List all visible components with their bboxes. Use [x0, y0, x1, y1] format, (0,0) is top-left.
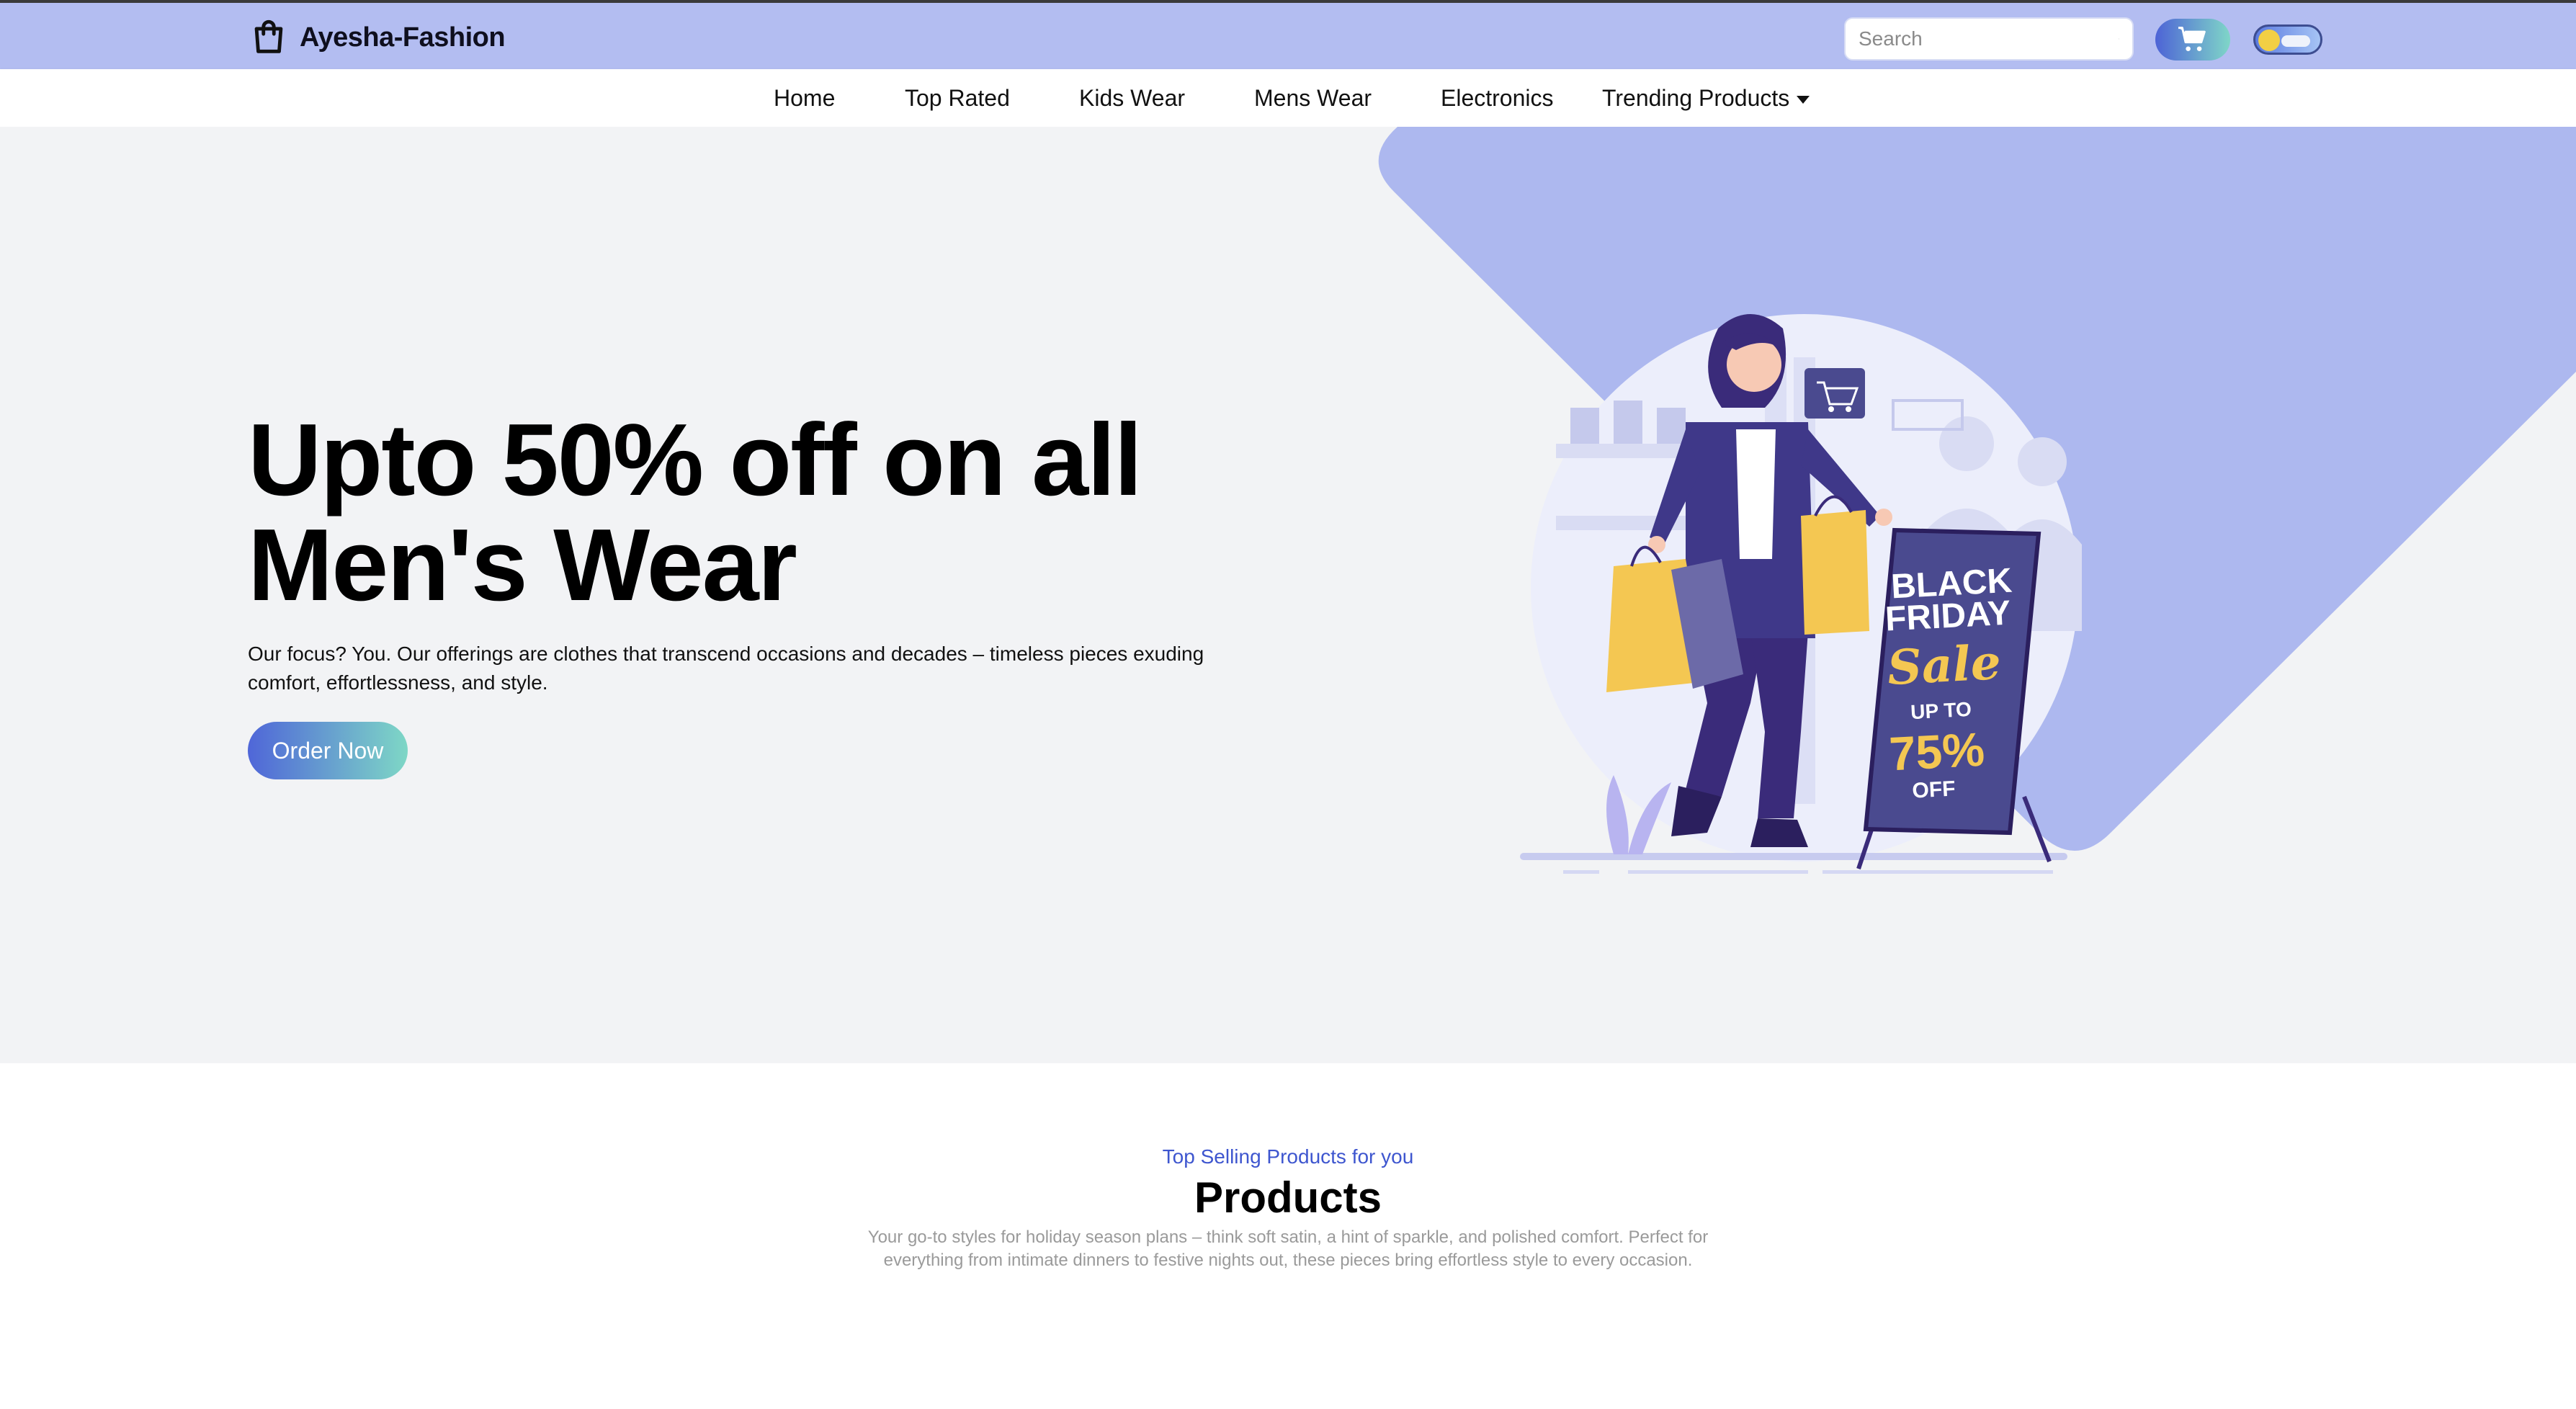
board-up-to: UP TO: [1910, 698, 1972, 723]
top-header: Ayesha-Fashion: [0, 0, 2576, 69]
board-percent: 75%: [1888, 723, 1986, 781]
nav-item-kids-wear[interactable]: Kids Wear: [1079, 85, 1185, 112]
hero-description: Our focus? You. Our offerings are clothe…: [248, 643, 1204, 694]
nav-item-trending-label: Trending Products: [1602, 85, 1790, 111]
search-box: [1844, 17, 2134, 61]
caret-down-icon: [1797, 96, 1810, 104]
shopping-bag-icon: [254, 19, 283, 53]
hero-title: Upto 50% off on all Men's Wear: [248, 403, 1142, 622]
products-description: Your go-to styles for holiday season pla…: [867, 1227, 1709, 1270]
black-friday-illustration: BLACK FRIDAY Sale UP TO 75% OFF: [1520, 314, 2082, 874]
sun-icon: [2258, 30, 2280, 51]
board-sale: Sale: [1886, 634, 2002, 696]
nav-item-electronics[interactable]: Electronics: [1441, 85, 1554, 112]
brand-logo[interactable]: Ayesha-Fashion: [248, 14, 506, 61]
board-off: OFF: [1912, 777, 1956, 802]
order-now-button[interactable]: Order Now: [248, 722, 408, 779]
main-nav: Home Top Rated Kids Wear Mens Wear Elect…: [0, 69, 2576, 127]
search-input[interactable]: [1859, 27, 2119, 50]
theme-toggle[interactable]: [2253, 24, 2322, 55]
products-kicker: Top Selling Products for you: [1162, 1145, 1414, 1168]
cloud-icon: [2281, 35, 2310, 47]
nav-item-trending-products[interactable]: Trending Products: [1602, 85, 1810, 112]
nav-item-home[interactable]: Home: [774, 85, 835, 112]
board-friday: FRIDAY: [1884, 594, 2012, 638]
products-title: Products: [1194, 1173, 1382, 1222]
nav-item-top-rated[interactable]: Top Rated: [905, 85, 1010, 112]
cart-button[interactable]: [2155, 19, 2230, 61]
nav-item-mens-wear[interactable]: Mens Wear: [1254, 85, 1372, 112]
hero-section: Upto 50% off on all Men's Wear Our focus…: [0, 127, 2576, 1063]
brand-name: Ayesha-Fashion: [300, 22, 506, 53]
cart-icon: [2178, 27, 2206, 51]
